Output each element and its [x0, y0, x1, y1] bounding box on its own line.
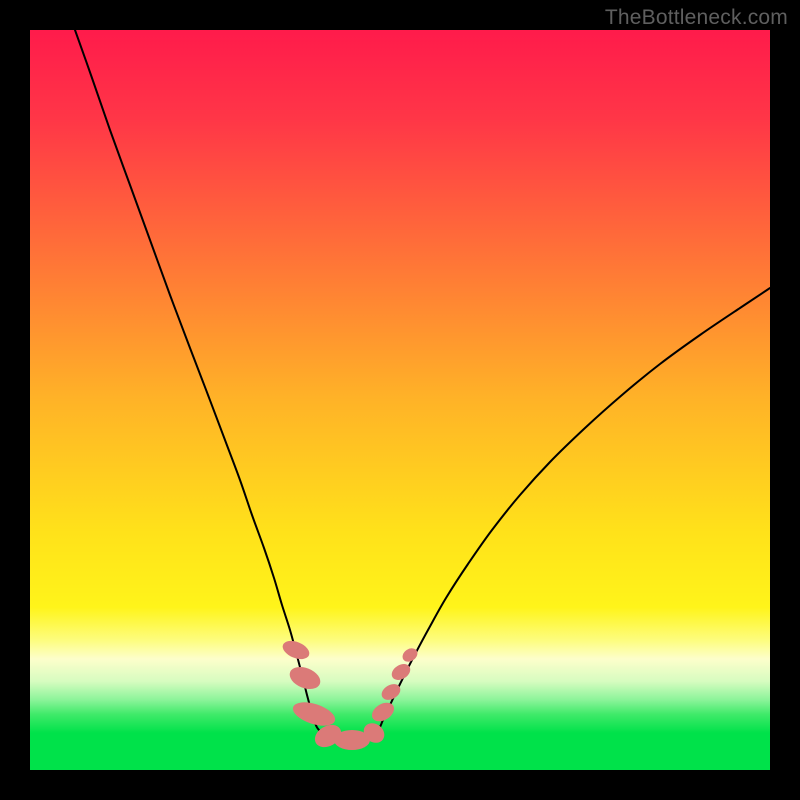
bottleneck-curve-path	[75, 30, 770, 739]
watermark-text: TheBottleneck.com	[605, 6, 788, 30]
plot-area	[30, 30, 770, 770]
bottleneck-curve	[75, 30, 770, 739]
valley-marker-0	[280, 637, 312, 662]
curve-layer	[30, 30, 770, 770]
outer-frame: TheBottleneck.com	[0, 0, 800, 800]
valley-markers	[280, 637, 420, 751]
